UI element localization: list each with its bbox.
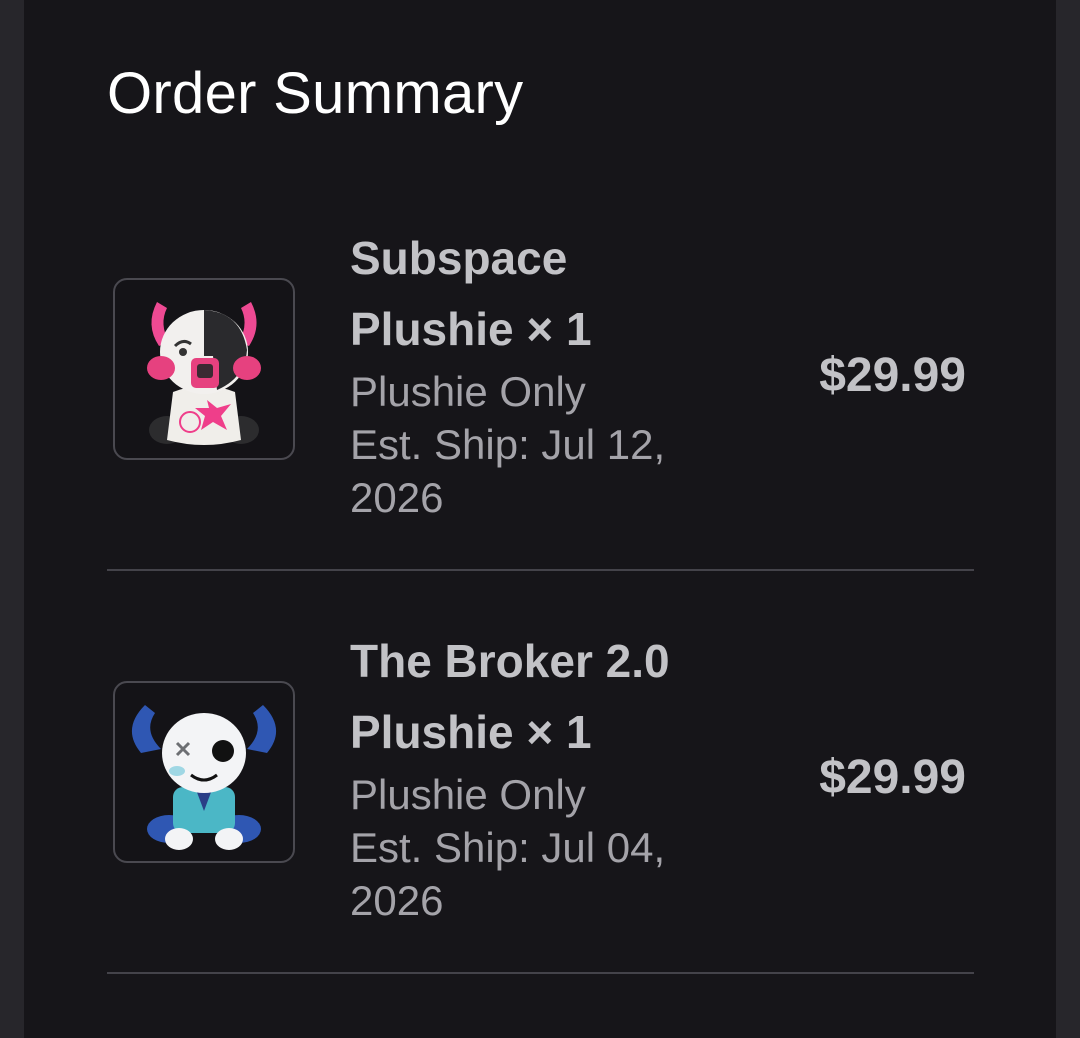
item-ship-date-line2: 2026 [350,877,444,924]
item-divider [107,569,974,571]
item-name-line2: Plushie × 1 [350,303,592,355]
order-item[interactable]: Subspace Plushie × 1 Plushie Only Est. S… [107,169,974,571]
broker-plushie-image [113,681,295,863]
item-name-line2: Plushie × 1 [350,706,592,758]
item-price: $29.99 [819,751,966,804]
item-divider [107,972,974,974]
order-summary-title: Order Summary [107,61,524,126]
item-ship-date-line2: 2026 [350,474,444,521]
item-info: Subspace Plushie × 1 Plushie Only Est. S… [350,223,730,524]
item-price: $29.99 [819,349,966,402]
item-name-line1: Subspace [350,232,568,284]
item-name-line1: The Broker 2.0 [350,635,670,687]
item-variant: Plushie Only [350,368,586,415]
subspace-plushie-image [113,278,295,460]
item-ship-date-line1: Est. Ship: Jul 12, [350,421,666,468]
item-ship-date-line1: Est. Ship: Jul 04, [350,824,666,871]
order-item[interactable]: The Broker 2.0 Plushie × 1 Plushie Only … [107,572,974,974]
order-summary-panel: Order Summary Subspace Plushie × 1 Plush… [24,0,1056,1038]
item-info: The Broker 2.0 Plushie × 1 Plushie Only … [350,626,730,927]
item-variant: Plushie Only [350,771,586,818]
